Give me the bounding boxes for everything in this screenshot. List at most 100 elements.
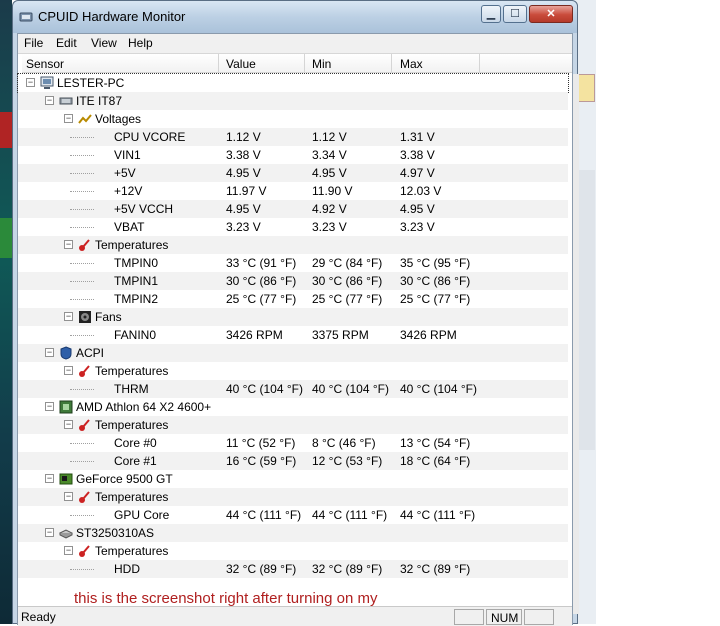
column-value[interactable]: Value [226, 57, 256, 71]
tree-node-row[interactable]: − Temperatures [18, 542, 568, 560]
collapse-toggle[interactable]: − [45, 528, 54, 537]
sensor-row[interactable]: +5V VCCH 4.95 V 4.92 V 4.95 V [18, 200, 568, 218]
column-max[interactable]: Max [400, 57, 423, 71]
thermometer-icon [79, 419, 90, 431]
sensor-max: 4.97 V [400, 166, 435, 180]
sensor-label: Core #0 [114, 436, 157, 450]
tree-node-row[interactable]: − AMD Athlon 64 X2 4600+ [18, 398, 568, 416]
thermometer-icon [79, 545, 90, 557]
fan-icon [79, 311, 91, 323]
sensor-row[interactable]: +5V 4.95 V 4.95 V 4.97 V [18, 164, 568, 182]
collapse-toggle[interactable]: − [45, 402, 54, 411]
desktop-icon-fragment [0, 112, 12, 148]
sensor-max: 30 °C (86 °F) [400, 274, 471, 288]
column-divider[interactable] [391, 54, 392, 73]
sensor-min: 4.92 V [312, 202, 347, 216]
sensor-label: GeForce 9500 GT [76, 472, 173, 486]
sensor-label: Voltages [95, 112, 142, 126]
sensor-label: GPU Core [114, 508, 170, 522]
sensor-row[interactable]: GPU Core 44 °C (111 °F) 44 °C (111 °F) 44 °… [18, 506, 568, 524]
collapse-toggle[interactable]: − [64, 420, 73, 429]
sensor-value: 11.97 V [226, 184, 267, 198]
tree-node-row[interactable]: − Fans [18, 308, 568, 326]
column-divider[interactable] [479, 54, 480, 73]
sensor-row[interactable]: TMPIN0 33 °C (91 °F) 29 °C (84 °F) 35 °C (9… [18, 254, 568, 272]
sensor-value: 11 °C (52 °F) [226, 436, 296, 450]
sensor-row[interactable]: Core #1 16 °C (59 °F) 12 °C (53 °F) 18 °C (… [18, 452, 568, 470]
sensor-value: 3426 RPM [226, 328, 283, 342]
sensor-value: 32 °C (89 °F) [226, 562, 297, 576]
sensor-label: VIN1 [114, 148, 141, 162]
computer-icon [40, 76, 54, 89]
collapse-toggle[interactable]: − [26, 78, 35, 87]
collapse-toggle[interactable]: − [64, 240, 73, 249]
collapse-toggle[interactable]: − [64, 366, 73, 375]
collapse-toggle[interactable]: − [64, 312, 73, 321]
sensor-min: 25 °C (77 °F) [312, 292, 383, 306]
tree-node-row[interactable]: − ACPI [18, 344, 568, 362]
tree-node-row[interactable]: − Temperatures [18, 362, 568, 380]
menu-view[interactable]: View [91, 36, 117, 50]
sensor-min: 40 °C (104 °F) [312, 382, 389, 396]
sensor-row[interactable]: VIN1 3.38 V 3.34 V 3.38 V [18, 146, 568, 164]
cpu-icon [59, 400, 73, 414]
tree-node-row[interactable]: − Temperatures [18, 236, 568, 254]
tree-node-row[interactable]: − GeForce 9500 GT [18, 470, 568, 488]
sensor-label: Temperatures [95, 544, 169, 558]
tree-node-row[interactable]: − Temperatures [18, 416, 568, 434]
sensor-min: 8 °C (46 °F) [312, 436, 376, 450]
collapse-toggle[interactable]: − [64, 114, 73, 123]
sensor-row[interactable]: +12V 11.97 V 11.90 V 12.03 V [18, 182, 568, 200]
vertical-scrollbar[interactable] [573, 74, 579, 614]
hard-drive-icon [59, 529, 73, 539]
column-sensor[interactable]: Sensor [26, 57, 64, 71]
tree-node-row[interactable]: − Voltages [18, 110, 568, 128]
status-text: Ready [21, 610, 56, 624]
collapse-toggle[interactable]: − [45, 348, 54, 357]
tree-guide-line [70, 209, 94, 210]
tree-guide-line [70, 443, 94, 444]
acpi-shield-icon [60, 346, 72, 360]
tree-node-row[interactable]: − ST3250310AS [18, 524, 568, 542]
sensor-max: 1.31 V [400, 130, 435, 144]
collapse-toggle[interactable]: − [45, 474, 54, 483]
sensor-row[interactable]: THRM 40 °C (104 °F) 40 °C (104 °F) 40 °C (1… [18, 380, 568, 398]
collapse-toggle[interactable]: − [64, 492, 73, 501]
sensor-max: 18 °C (64 °F) [400, 454, 471, 468]
hardware-monitor-window: CPUID Hardware Monitor ▁ ☐ ✕ File Edit V… [12, 0, 579, 626]
minimize-button[interactable]: ▁ [481, 5, 501, 23]
sensor-row[interactable]: HDD 32 °C (89 °F) 32 °C (89 °F) 32 °C (89 °… [18, 560, 568, 578]
sensor-value: 33 °C (91 °F) [226, 256, 297, 270]
maximize-button[interactable]: ☐ [503, 5, 527, 23]
sensor-row[interactable]: VBAT 3.23 V 3.23 V 3.23 V [18, 218, 568, 236]
tree-node-row[interactable]: − Temperatures [18, 488, 568, 506]
title-bar[interactable]: CPUID Hardware Monitor ▁ ☐ ✕ [13, 1, 577, 33]
close-button[interactable]: ✕ [529, 5, 573, 23]
column-divider[interactable] [218, 54, 219, 73]
menu-edit[interactable]: Edit [56, 36, 77, 50]
sensor-label: Temperatures [95, 238, 169, 252]
sensor-row[interactable]: CPU VCORE 1.12 V 1.12 V 1.31 V [18, 128, 568, 146]
sensor-tree[interactable]: − LESTER-PC − ITE IT87− Voltages CPU VCORE 1.1… [17, 73, 572, 594]
sensor-row[interactable]: FANIN0 3426 RPM 3375 RPM 3426 RPM [18, 326, 568, 344]
sensor-max: 13 °C (54 °F) [400, 436, 471, 450]
thermometer-icon [79, 239, 90, 251]
column-min[interactable]: Min [312, 57, 331, 71]
sensor-label: CPU VCORE [114, 130, 186, 144]
sensor-row[interactable]: TMPIN1 30 °C (86 °F) 30 °C (86 °F) 30 °C (8… [18, 272, 568, 290]
tree-guide-line [70, 137, 94, 138]
collapse-toggle[interactable]: − [64, 546, 73, 555]
sensor-label: HDD [114, 562, 140, 576]
column-divider[interactable] [304, 54, 305, 73]
sensor-row[interactable]: TMPIN2 25 °C (77 °F) 25 °C (77 °F) 25 °C (7… [18, 290, 568, 308]
status-panel [454, 609, 484, 625]
tree-node-row[interactable]: − ITE IT87 [18, 92, 568, 110]
sensor-label: +12V [114, 184, 143, 198]
tree-node-row[interactable]: − LESTER-PC [17, 73, 569, 93]
sensor-label: Temperatures [95, 418, 169, 432]
sensor-row[interactable]: Core #0 11 °C (52 °F) 8 °C (46 °F) 13 °C (5… [18, 434, 568, 452]
app-icon [19, 12, 33, 22]
menu-help[interactable]: Help [128, 36, 153, 50]
menu-file[interactable]: File [24, 36, 43, 50]
collapse-toggle[interactable]: − [45, 96, 54, 105]
